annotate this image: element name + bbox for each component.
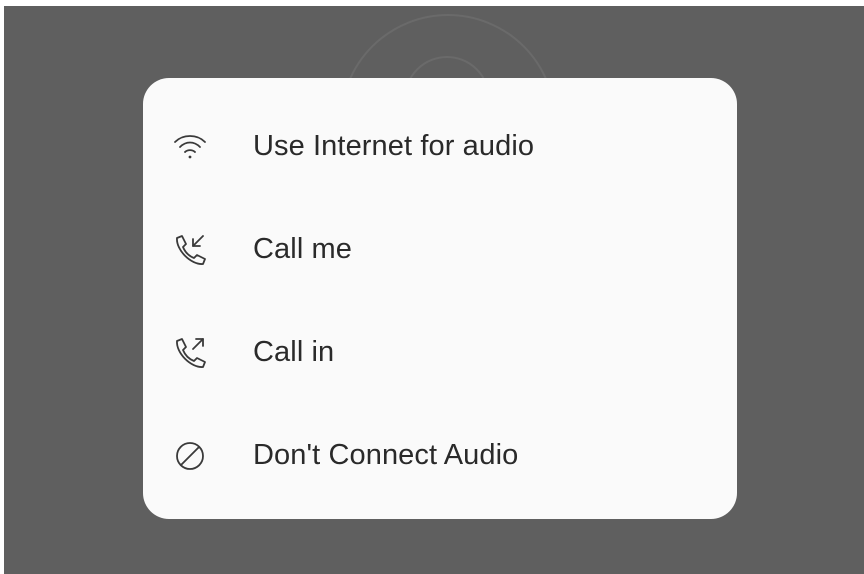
wifi-icon [173, 127, 223, 167]
phone-incoming-icon [173, 230, 223, 270]
option-label: Call me [253, 233, 352, 265]
audio-options-sheet: Use Internet for audio Call me Call in D… [143, 78, 737, 519]
option-call-in[interactable]: Call in [143, 301, 737, 404]
option-use-internet-audio[interactable]: Use Internet for audio [143, 95, 737, 198]
no-audio-icon [173, 436, 223, 476]
option-label: Use Internet for audio [253, 130, 535, 162]
option-label: Don't Connect Audio [253, 439, 519, 471]
option-label: Call in [253, 336, 335, 368]
option-dont-connect-audio[interactable]: Don't Connect Audio [143, 404, 737, 507]
phone-outgoing-icon [173, 333, 223, 373]
option-call-me[interactable]: Call me [143, 198, 737, 301]
